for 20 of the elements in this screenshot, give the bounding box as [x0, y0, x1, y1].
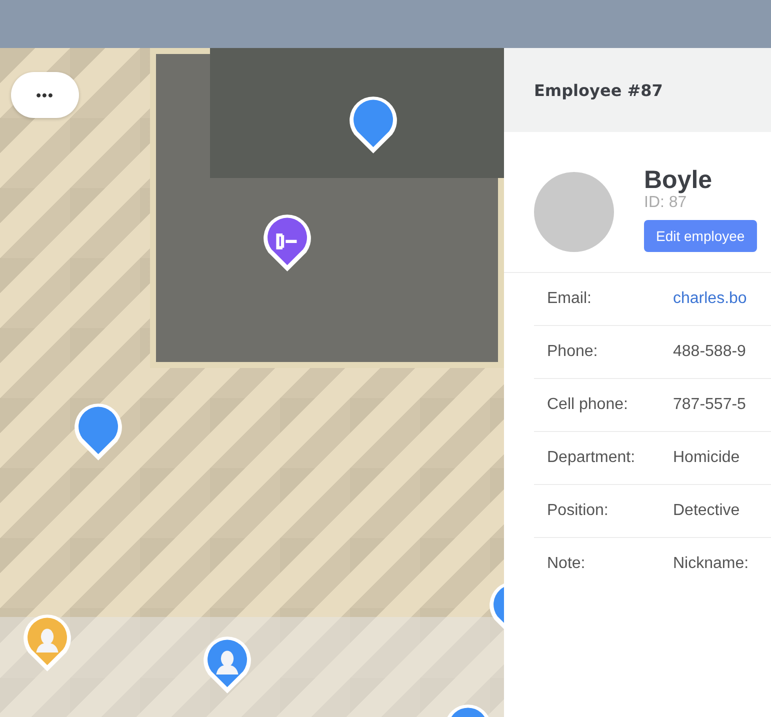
field-label: Cell phone: [546, 396, 629, 414]
field-label: Email: [546, 290, 592, 308]
map-pin-icon[interactable] [73, 402, 123, 462]
map-pin-icon[interactable] [202, 635, 252, 695]
map-pin-icon[interactable] [262, 213, 312, 273]
field-value: Homicide [673, 449, 741, 467]
panel-title: Employee #87 [534, 80, 663, 100]
edit-employee-button[interactable]: Edit employee [644, 220, 757, 252]
map-pin-icon[interactable] [348, 95, 398, 155]
field-label: Phone: [546, 343, 599, 361]
field-label: Note: [546, 555, 586, 573]
field-value: Detective [673, 502, 741, 520]
field-label: Department: [546, 449, 636, 467]
employee-id: ID: 87 [644, 194, 687, 212]
email-link[interactable]: charles.bo [673, 290, 771, 308]
employee-name: Boyle [644, 166, 712, 194]
field-value: Nickname: [673, 555, 750, 573]
field-value: 787-557-5 [673, 396, 747, 414]
field-value: 488-588-9 [673, 343, 747, 361]
field-label: Position: [546, 502, 610, 520]
